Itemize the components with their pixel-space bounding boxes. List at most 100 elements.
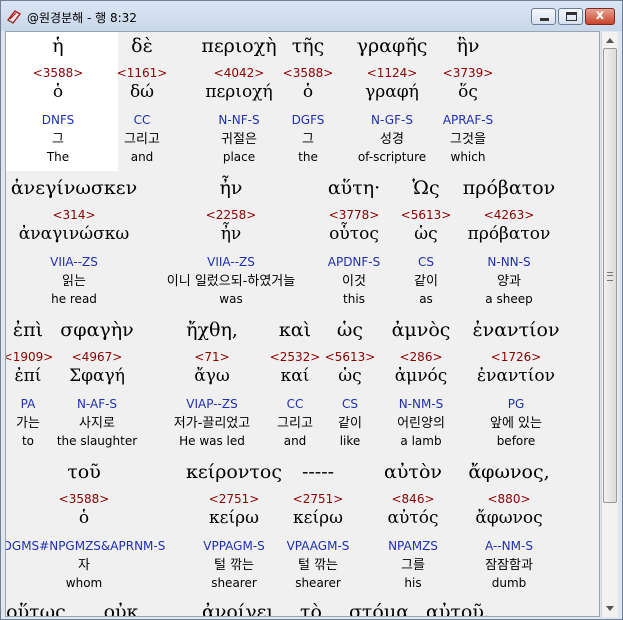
word-lemma: ἀμνός xyxy=(394,366,448,386)
word-number: <3588> xyxy=(32,66,84,80)
word-number: <3778> xyxy=(328,208,380,222)
word-greek[interactable]: αὕτη· xyxy=(328,179,380,198)
word-parse: CC xyxy=(133,113,151,127)
word-korean: 그리고 xyxy=(277,416,313,431)
word-korean: 이니 일렀으되-하였거늘 xyxy=(166,274,296,289)
word-greek[interactable]: αὐτοῦ. xyxy=(426,603,490,617)
word-english: The xyxy=(46,150,70,164)
maximize-button[interactable] xyxy=(558,8,583,25)
word-greek[interactable]: τοῦ xyxy=(67,463,101,482)
word-korean: 읽는 xyxy=(62,274,86,289)
word-parse: CS xyxy=(418,255,434,269)
word-lemma: ὁ xyxy=(302,82,314,102)
word-lemma: ἄφωνος xyxy=(475,508,543,528)
word-parse: DNFS xyxy=(41,113,75,127)
word-english: this xyxy=(343,292,365,306)
word-number: <4967> xyxy=(71,350,123,364)
word-korean: 같이 xyxy=(338,416,362,431)
word-parse: PG xyxy=(507,397,525,411)
word-greek[interactable]: τῆς xyxy=(292,37,325,56)
word-greek[interactable]: οὐκ xyxy=(104,603,139,617)
word-greek[interactable]: ἐπὶ xyxy=(13,321,43,340)
word-parse: N-NF-S xyxy=(218,113,260,127)
word-greek[interactable]: πρόβατον xyxy=(463,179,555,198)
word-lemma: ὅς xyxy=(458,82,478,102)
word-number: <314> xyxy=(52,208,96,222)
word-english: to xyxy=(21,434,35,448)
word-lemma: ὡς xyxy=(414,224,438,244)
word-greek[interactable]: καὶ xyxy=(279,321,311,340)
word-english: a sheep xyxy=(485,292,533,306)
word-korean: 저가-끌리었고 xyxy=(173,416,251,431)
word-greek[interactable]: ἦν xyxy=(220,179,243,198)
word-parse: DGMS#NPGMZS&APRNM-S xyxy=(5,539,166,553)
word-english: his xyxy=(404,576,422,590)
close-icon: x xyxy=(595,8,605,23)
word-greek[interactable]: ἡ xyxy=(52,37,63,56)
word-lemma: ὁ xyxy=(78,508,90,528)
word-parse: N-NN-S xyxy=(487,255,531,269)
window-title: @원경분해 - 행 8:32 xyxy=(27,11,137,25)
word-parse: N-NM-S xyxy=(398,397,444,411)
word-greek[interactable]: ἤχθη, xyxy=(186,321,238,340)
word-lemma: κείρω xyxy=(209,508,259,528)
word-number: <1726> xyxy=(490,350,542,364)
word-lemma: γραφή xyxy=(365,82,419,102)
word-lemma: Σφαγή xyxy=(69,366,125,386)
scroll-down-arrow-icon[interactable] xyxy=(606,606,614,611)
word-number: <4042> xyxy=(213,66,265,80)
word-number: <3588> xyxy=(58,492,110,506)
word-english: the xyxy=(298,150,318,164)
title-bar[interactable]: @원경분해 - 행 8:32 x xyxy=(1,1,622,31)
word-greek[interactable]: σφαγὴν xyxy=(60,321,133,340)
interlinear-view[interactable]: ἡ <3588> ὁ DNFS 그 The δὲ <1161> δώ CC 그리고 and περιοχ… xyxy=(5,31,600,617)
word-korean: 자 xyxy=(78,558,90,573)
word-english: shearer xyxy=(295,576,341,590)
word-greek[interactable]: περιοχὴ xyxy=(201,37,276,56)
word-number: <5613> xyxy=(400,208,452,222)
word-english: of-scripture xyxy=(357,150,427,164)
word-number: <880> xyxy=(487,492,531,506)
word-greek[interactable]: ἀνοίγει xyxy=(202,603,274,617)
word-greek[interactable]: ὡς xyxy=(337,321,363,340)
word-greek[interactable]: ἐναντίον xyxy=(472,321,559,340)
word-english: shearer xyxy=(211,576,257,590)
word-greek[interactable]: ἀνεγίνωσκεν xyxy=(11,179,137,198)
word-greek[interactable]: ----- xyxy=(302,463,334,482)
word-greek[interactable]: Ὡς xyxy=(412,179,439,198)
scroll-up-arrow-icon[interactable] xyxy=(606,38,614,43)
word-lemma: ἐπί xyxy=(14,366,42,386)
word-greek[interactable]: γραφῆς xyxy=(357,37,428,56)
word-parse: VIIA--ZS xyxy=(50,255,98,269)
word-lemma: πρόβατον xyxy=(467,224,551,244)
word-parse: APDNF-S xyxy=(327,255,381,269)
vertical-scrollbar[interactable] xyxy=(601,32,618,617)
word-lemma: ἐναντίον xyxy=(477,366,555,386)
word-english: dumb xyxy=(491,576,527,590)
word-greek[interactable]: κείροντος xyxy=(186,463,282,482)
minimize-button[interactable] xyxy=(531,8,556,25)
word-number: <1909> xyxy=(5,350,54,364)
word-korean: 털 깎는 xyxy=(297,558,339,573)
word-korean: 앞에 있는 xyxy=(490,416,542,431)
word-greek[interactable]: αὐτὸν xyxy=(384,463,442,482)
word-greek[interactable]: ἄφωνος, xyxy=(468,463,549,482)
word-parse: CS xyxy=(342,397,358,411)
word-parse: VPPAGM-S xyxy=(203,539,265,553)
word-greek[interactable]: οὕτως xyxy=(6,603,66,617)
word-english: as xyxy=(419,292,433,306)
word-greek[interactable]: τὸ xyxy=(300,603,322,617)
word-number: <71> xyxy=(194,350,230,364)
word-lemma: δώ xyxy=(129,82,155,102)
word-lemma: καί xyxy=(280,366,310,386)
close-button[interactable]: x xyxy=(585,8,615,25)
word-english: which xyxy=(450,150,486,164)
word-greek[interactable]: ἀμνὸς xyxy=(392,321,451,340)
word-lemma: περιοχή xyxy=(205,82,273,102)
word-lemma: ὁ xyxy=(52,82,64,102)
word-greek[interactable]: στόμα xyxy=(349,603,409,617)
word-english: before xyxy=(496,434,536,448)
word-greek[interactable]: ἣν xyxy=(457,37,480,56)
word-greek[interactable]: δὲ xyxy=(131,37,153,56)
scrollbar-thumb[interactable] xyxy=(603,48,617,503)
